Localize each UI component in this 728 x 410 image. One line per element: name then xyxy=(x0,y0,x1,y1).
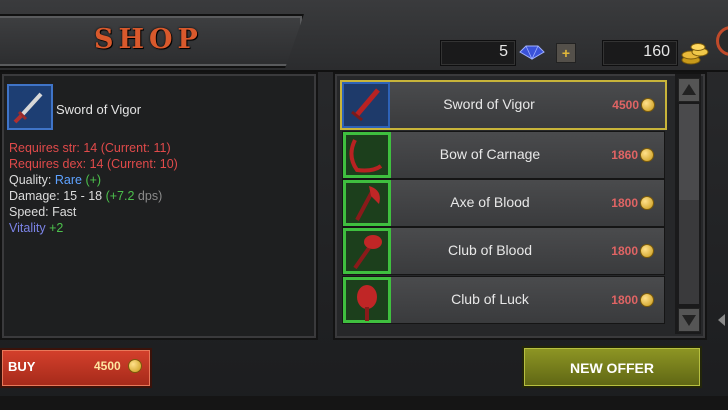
item-name: Club of Luck xyxy=(451,291,529,307)
arrow-up-icon xyxy=(682,84,696,95)
scroll-up-button[interactable] xyxy=(678,78,700,102)
item-thumbnail xyxy=(343,228,391,274)
scroll-thumb[interactable] xyxy=(679,104,699,200)
sword-icon xyxy=(351,88,380,122)
item-price: 1800 xyxy=(611,196,638,210)
item-name: Sword of Vigor xyxy=(443,96,535,112)
club-icon xyxy=(353,235,382,270)
list-item[interactable]: Axe of Blood 1800 xyxy=(342,179,665,227)
axe-icon xyxy=(355,186,380,221)
coin-icon xyxy=(128,359,142,373)
add-gems-button[interactable]: + xyxy=(556,43,576,63)
page-title: SHOP xyxy=(94,24,203,55)
stat-vitality: Vitality +2 xyxy=(9,220,178,236)
coin-icon xyxy=(641,98,655,112)
buy-price: 4500 xyxy=(94,359,121,373)
buy-button-label: BUY xyxy=(8,359,36,374)
coin-icon xyxy=(640,148,654,162)
coin-icon xyxy=(640,196,654,210)
coin-icon xyxy=(640,293,654,307)
gold-coins-icon xyxy=(681,43,709,65)
gold-count: 160 xyxy=(643,43,670,60)
stat-damage: Damage: 15 - 18 (+7.2 dps) xyxy=(9,188,178,204)
quality-value: Rare xyxy=(54,173,82,187)
item-price: 4500 xyxy=(612,98,639,112)
bow-icon xyxy=(349,139,383,173)
list-item[interactable]: Club of Luck 1800 xyxy=(342,276,665,324)
item-thumbnail xyxy=(343,180,391,226)
vitality-label: Vitality xyxy=(9,221,50,235)
arrow-left-icon[interactable] xyxy=(718,314,725,326)
item-thumbnail xyxy=(342,82,390,128)
damage-unit: dps) xyxy=(134,189,163,203)
new-offer-button-label: NEW OFFER xyxy=(570,360,654,376)
list-item[interactable]: Club of Blood 1800 xyxy=(342,227,665,275)
scroll-down-button[interactable] xyxy=(678,308,700,332)
item-thumbnail xyxy=(343,277,391,323)
damage-bonus: (+7.2 xyxy=(105,189,135,203)
damage-label: Damage: 15 - 18 xyxy=(9,189,106,203)
stat-requirement: Requires dex: 14 (Current: 10) xyxy=(9,157,178,171)
item-price: 1800 xyxy=(611,244,638,258)
quality-plus: (+) xyxy=(85,173,102,187)
detail-item-thumbnail xyxy=(7,84,53,130)
item-name: Club of Blood xyxy=(447,242,533,258)
item-price: 1800 xyxy=(611,293,638,307)
stat-requirement: Requires str: 14 (Current: 11) xyxy=(9,141,171,155)
stat-speed: Speed: Fast xyxy=(9,205,77,219)
sword-icon xyxy=(13,92,43,124)
quality-label: Quality: xyxy=(9,173,55,187)
gem-count: 5 xyxy=(499,43,508,60)
gem-icon xyxy=(519,45,545,60)
vitality-value: +2 xyxy=(49,221,64,235)
item-name: Bow of Carnage xyxy=(439,146,541,162)
detail-item-name: Sword of Vigor xyxy=(56,102,142,117)
item-price: 1860 xyxy=(611,148,638,162)
stat-quality: Quality: Rare (+) xyxy=(9,172,178,188)
item-thumbnail xyxy=(343,132,391,178)
club-icon xyxy=(357,285,377,321)
coin-icon xyxy=(640,244,654,258)
bottom-frame xyxy=(0,396,728,410)
list-item[interactable]: Bow of Carnage 1860 xyxy=(342,131,665,179)
item-stats: Requires str: 14 (Current: 11) Requires … xyxy=(9,140,178,236)
arrow-down-icon xyxy=(682,315,696,326)
list-item[interactable]: Sword of Vigor 4500 xyxy=(340,80,667,130)
item-name: Axe of Blood xyxy=(450,194,530,210)
